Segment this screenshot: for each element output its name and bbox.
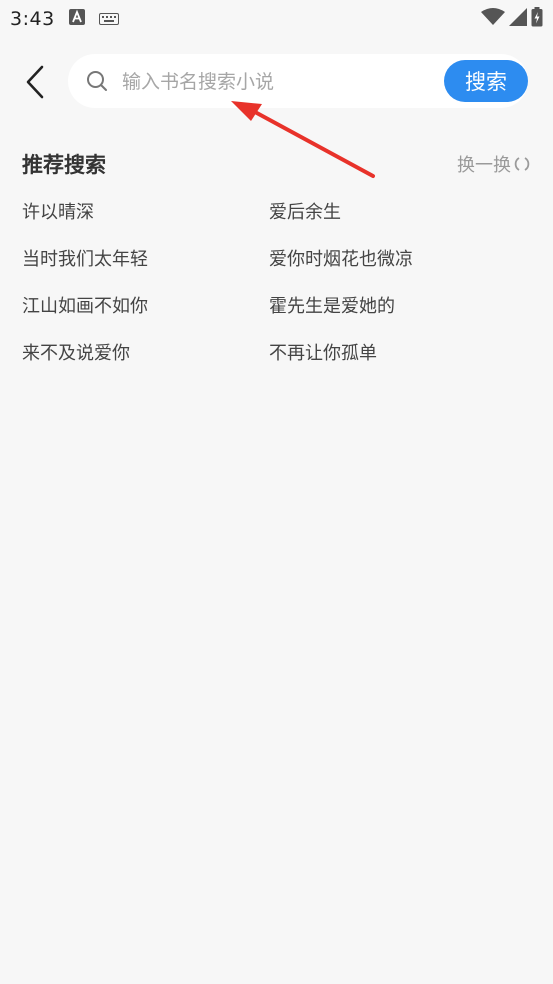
status-time: 3:43 (10, 8, 55, 30)
recommend-item[interactable]: 许以晴深 (22, 196, 269, 243)
search-box[interactable]: 搜索 (68, 54, 528, 108)
keyboard-icon (98, 10, 119, 29)
recommend-item[interactable]: 当时我们太年轻 (22, 243, 269, 290)
recommend-item[interactable]: 江山如画不如你 (22, 290, 269, 337)
recommend-header: 推荐搜索 换一换 (22, 148, 531, 180)
search-icon (87, 71, 107, 91)
recommend-item[interactable]: 爱后余生 (269, 196, 516, 243)
search-bar: 搜索 (0, 54, 553, 110)
recommend-item[interactable]: 爱你时烟花也微凉 (269, 243, 516, 290)
wifi-icon (481, 8, 505, 30)
battery-icon (531, 7, 543, 31)
recommend-title: 推荐搜索 (22, 153, 106, 177)
refresh-label: 换一换 (457, 155, 511, 176)
recommend-item[interactable]: 来不及说爱你 (22, 337, 269, 384)
status-bar: 3:43 (0, 0, 553, 38)
recommend-item[interactable]: 霍先生是爱她的 (269, 290, 516, 337)
refresh-button[interactable]: 换一换 (457, 151, 531, 177)
status-left: 3:43 (10, 8, 119, 30)
signal-icon (509, 8, 527, 30)
recommend-item[interactable]: 不再让你孤单 (269, 337, 516, 384)
a-notification-icon (68, 9, 85, 29)
status-right (481, 7, 543, 31)
back-arrow-icon (26, 65, 44, 99)
refresh-icon (514, 157, 530, 171)
back-button[interactable] (18, 62, 52, 102)
recommend-list: 许以晴深 爱后余生 当时我们太年轻 爱你时烟花也微凉 江山如画不如你 霍先生是爱… (22, 196, 531, 384)
search-input[interactable] (120, 63, 424, 101)
search-button[interactable]: 搜索 (444, 60, 528, 102)
